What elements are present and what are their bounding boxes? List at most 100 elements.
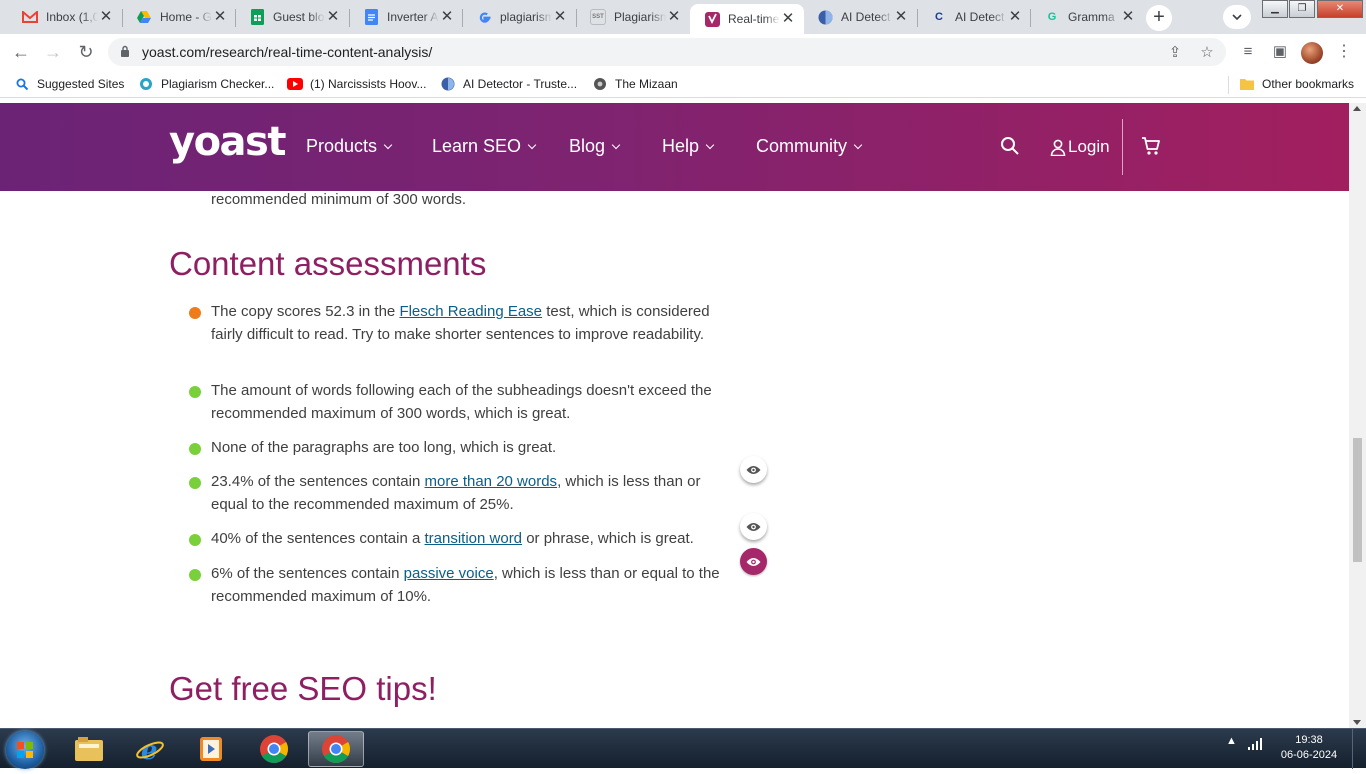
share-icon[interactable]: ⇪: [1166, 44, 1184, 62]
assessment-text: None of the paragraphs are too long, whi…: [211, 439, 557, 456]
site-header: yoast Products Learn SEO Blog Help Commu…: [0, 103, 1349, 191]
nav-blog[interactable]: Blog: [569, 136, 621, 157]
user-icon: [1050, 139, 1066, 156]
tab-search-button[interactable]: [1223, 5, 1251, 29]
other-bookmarks-folder[interactable]: Other bookmarks: [1239, 75, 1354, 93]
search-icon[interactable]: [1000, 136, 1020, 156]
back-button[interactable]: ←: [9, 40, 33, 64]
scrollbar-thumb[interactable]: [1353, 438, 1362, 562]
close-icon[interactable]: ✕: [98, 9, 114, 25]
tab-5[interactable]: plagiarism ✕: [462, 0, 576, 34]
scroll-down-arrow[interactable]: [1353, 720, 1361, 725]
nav-products[interactable]: Products: [306, 136, 393, 157]
svg-text:e: e: [141, 736, 158, 764]
nav-learn-seo[interactable]: Learn SEO: [432, 136, 537, 157]
new-tab-button[interactable]: +: [1146, 5, 1172, 31]
close-icon[interactable]: ✕: [780, 11, 796, 27]
highlight-eye-button[interactable]: [740, 456, 767, 483]
tab-title: Real-time: [728, 12, 780, 26]
address-bar[interactable]: yoast.com/research/real-time-content-ana…: [108, 38, 1226, 66]
network-signal-icon[interactable]: [1247, 737, 1263, 754]
assessment-link[interactable]: more than 20 words: [424, 473, 557, 490]
close-icon[interactable]: ✕: [439, 9, 455, 25]
tab-title: Inbox (1,0: [46, 10, 98, 24]
close-icon[interactable]: ✕: [552, 9, 568, 25]
assessment-link[interactable]: passive voice: [404, 565, 494, 582]
google-docs-icon: [363, 9, 379, 25]
tab-4[interactable]: Inverter A ✕: [349, 0, 463, 34]
reload-button[interactable]: ↻: [74, 40, 98, 64]
minimize-button[interactable]: ▁: [1262, 0, 1288, 18]
tab-1[interactable]: Inbox (1,0 ✕: [8, 0, 122, 34]
browser-toolbar: ← → ↻ yoast.com/research/real-time-conte…: [0, 34, 1366, 70]
side-panel-icon[interactable]: ▣: [1270, 42, 1290, 62]
login-link[interactable]: Login: [1050, 137, 1110, 157]
windows-explorer-icon: [75, 737, 103, 761]
yoast-icon: [704, 11, 720, 27]
search-icon: [14, 76, 30, 92]
yoast-logo[interactable]: yoast: [169, 119, 286, 165]
tab-7[interactable]: Real-time ✕: [690, 4, 804, 34]
close-icon[interactable]: ✕: [893, 9, 909, 25]
bookmark-ai-detector[interactable]: AI Detector - Truste...: [440, 75, 577, 93]
close-icon[interactable]: ✕: [666, 9, 682, 25]
close-icon[interactable]: ✕: [325, 9, 341, 25]
chevron-down-icon: [383, 140, 393, 149]
tab-separator: [122, 9, 123, 27]
tab-6[interactable]: SST Plagiarism ✕: [576, 0, 690, 34]
highlight-eye-button[interactable]: [740, 513, 767, 540]
maximize-button[interactable]: ❐: [1289, 0, 1315, 18]
bookmark-suggested-sites[interactable]: Suggested Sites: [14, 75, 124, 93]
bookmark-the-mizaan[interactable]: The Mizaan: [592, 75, 678, 93]
scroll-up-arrow[interactable]: [1353, 106, 1361, 111]
menu-icon[interactable]: ⋮: [1336, 42, 1352, 62]
taskbar-chrome-2[interactable]: [308, 731, 364, 767]
tab-9[interactable]: C AI Detect ✕: [917, 0, 1031, 34]
tab-10[interactable]: G Gramma ✕: [1030, 0, 1144, 34]
show-desktop-button[interactable]: [1352, 729, 1366, 769]
close-icon[interactable]: ✕: [1120, 9, 1136, 25]
taskbar-internet-explorer[interactable]: e: [122, 731, 178, 767]
tab-3[interactable]: Guest blo ✕: [235, 0, 349, 34]
chevron-down-icon: [705, 140, 715, 149]
start-button[interactable]: [6, 731, 44, 769]
assessment-text: 40% of the sentences contain a transitio…: [211, 530, 694, 547]
forward-button[interactable]: →: [41, 40, 65, 64]
bookmarks-bar: Suggested Sites Plagiarism Checker... (1…: [0, 70, 1366, 98]
reading-list-icon[interactable]: ≡: [1238, 42, 1258, 62]
web-page: yoast Products Learn SEO Blog Help Commu…: [0, 103, 1349, 728]
bookmark-star-icon[interactable]: ☆: [1198, 44, 1216, 62]
google-sheets-icon: [249, 9, 265, 25]
tab-8[interactable]: AI Detect ✕: [803, 0, 917, 34]
highlight-eye-button[interactable]: [740, 548, 767, 575]
page-scrollbar[interactable]: [1349, 103, 1366, 728]
bookmark-narcissists-video[interactable]: (1) Narcissists Hoov...: [287, 75, 426, 93]
assessment-text: The copy scores 52.3 in the Flesch Readi…: [211, 303, 710, 343]
bookmark-plagiarism-checker[interactable]: Plagiarism Checker...: [138, 75, 274, 93]
tray-overflow-arrow[interactable]: ▲: [1226, 735, 1237, 747]
tab-separator: [917, 9, 918, 27]
close-window-button[interactable]: ✕: [1317, 0, 1363, 18]
status-dot-green: [189, 569, 201, 581]
ai-detector-icon: [440, 76, 456, 92]
folder-icon: [1239, 76, 1255, 92]
tab-2[interactable]: Home - G ✕: [122, 0, 236, 34]
close-icon[interactable]: ✕: [1007, 9, 1023, 25]
chrome-icon: [322, 735, 350, 763]
tab-title: Home - G: [160, 10, 212, 24]
taskbar-media-player[interactable]: [183, 731, 239, 767]
assessment-link[interactable]: Flesch Reading Ease: [399, 303, 542, 320]
header-divider: [1122, 119, 1123, 175]
cart-icon[interactable]: [1141, 136, 1161, 156]
taskbar-explorer[interactable]: [61, 731, 117, 767]
system-clock[interactable]: 19:38 06-06-2024: [1276, 733, 1342, 763]
nav-community[interactable]: Community: [756, 136, 863, 157]
google-drive-icon: [136, 9, 152, 25]
windows-taskbar: e ▲ 19:38 06-06-2024: [0, 728, 1366, 769]
nav-help[interactable]: Help: [662, 136, 715, 157]
taskbar-chrome-1[interactable]: [246, 731, 302, 767]
assessment-link[interactable]: transition word: [424, 530, 522, 547]
close-icon[interactable]: ✕: [212, 9, 228, 25]
free-seo-tips-heading: Get free SEO tips!: [169, 670, 437, 707]
profile-avatar[interactable]: [1301, 42, 1323, 64]
